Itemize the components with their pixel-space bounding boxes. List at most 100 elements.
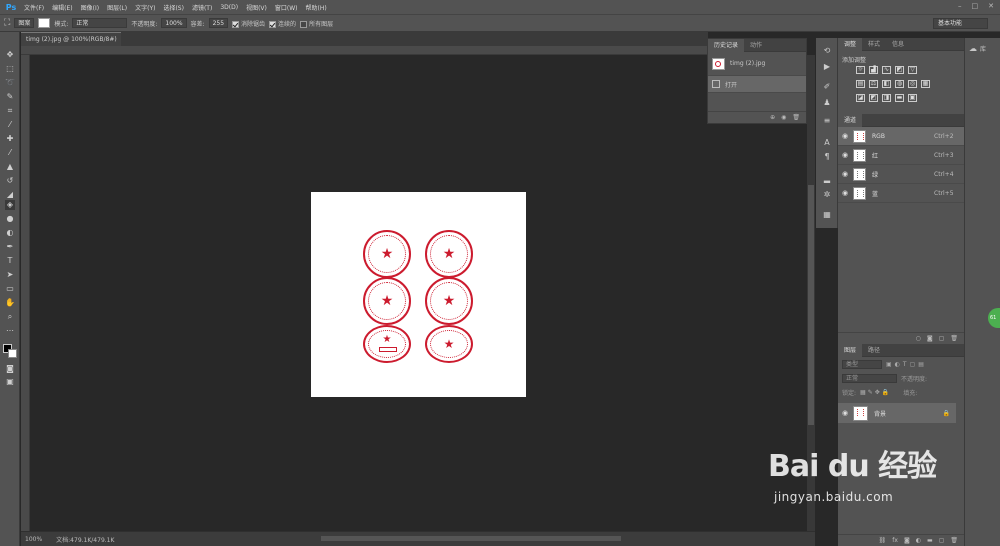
crop-tool-icon[interactable]: ⌗ — [5, 106, 15, 116]
menu-3d[interactable]: 3D(D) — [216, 4, 242, 11]
levels-icon[interactable]: ▟ — [869, 66, 878, 74]
menu-edit[interactable]: 编辑(E) — [48, 3, 76, 12]
properties-icon[interactable]: ≡ — [822, 116, 832, 126]
eye-icon[interactable]: ◉ — [840, 409, 850, 417]
new-document-from-state-icon[interactable]: ⊕ — [770, 114, 775, 121]
tab-channels[interactable]: 通道 — [838, 113, 863, 127]
load-selection-icon[interactable]: ○ — [916, 335, 921, 342]
menu-select[interactable]: 选择(S) — [159, 3, 188, 12]
eye-icon[interactable]: ◉ — [840, 151, 850, 159]
background-color-swatch[interactable] — [8, 349, 17, 358]
contiguous-checkbox[interactable]: 连续的 — [269, 19, 296, 28]
menu-help[interactable]: 帮助(H) — [302, 3, 331, 12]
pattern-swatch[interactable] — [38, 18, 51, 28]
layer-kind-filter[interactable]: 类型 — [842, 359, 882, 369]
paragraph-panel-icon[interactable]: ¶ — [822, 152, 832, 162]
move-tool-icon[interactable]: ✥ — [5, 50, 15, 60]
document-tab[interactable]: timg (2).jpg @ 100%(RGB/8#) × — [21, 32, 127, 46]
quick-mask-icon[interactable]: ◙ — [5, 364, 15, 374]
history-state-open[interactable]: 打开 — [708, 76, 806, 93]
history-brush-icon[interactable]: ↺ — [5, 176, 15, 186]
history-panel-icon[interactable]: ⟲ — [822, 46, 832, 56]
filter-icons[interactable]: ▣◐T▢▤ — [886, 361, 927, 368]
eye-icon[interactable]: ◉ — [840, 132, 850, 140]
brightness-icon[interactable]: ☼ — [856, 66, 865, 74]
lasso-tool-icon[interactable]: ➰ — [5, 78, 15, 88]
workspace-select[interactable]: 基本功能 — [933, 18, 988, 29]
gradient-map-icon[interactable]: ▬ — [895, 94, 904, 102]
snapshot-camera-icon[interactable]: ◉ — [781, 114, 786, 121]
libraries-label[interactable]: 库 — [980, 44, 986, 53]
photo-filter-icon[interactable]: ◍ — [895, 80, 904, 88]
maximize-icon[interactable]: □ — [972, 2, 979, 10]
close-icon[interactable]: ✕ — [988, 2, 994, 10]
zoom-level[interactable]: 100% — [25, 536, 42, 543]
antialias-checkbox[interactable]: 消除锯齿 — [232, 19, 265, 28]
exposure-icon[interactable]: ◩ — [895, 66, 904, 74]
marquee-tool-icon[interactable]: ⬚ — [5, 64, 15, 74]
trash-icon[interactable]: 🗑 — [792, 114, 800, 121]
clone-source-icon[interactable]: ♟ — [822, 98, 832, 108]
horizontal-scroll-thumb[interactable] — [321, 536, 621, 541]
posterize-icon[interactable]: ◩ — [869, 94, 878, 102]
layer-row-background[interactable]: ◉ 背景 🔒 — [838, 403, 956, 423]
new-channel-icon[interactable]: ▢ — [939, 335, 945, 342]
new-group-icon[interactable]: ▬ — [927, 537, 933, 544]
character-panel-icon[interactable]: A — [822, 138, 832, 148]
tab-adjustments[interactable]: 调整 — [838, 37, 863, 51]
eyedropper-tool-icon[interactable]: ⁄ — [5, 120, 15, 130]
menu-file[interactable]: 文件(F) — [20, 3, 48, 12]
curves-icon[interactable]: ∿ — [882, 66, 891, 74]
hue-saturation-icon[interactable]: ▤ — [856, 80, 865, 88]
tab-paths[interactable]: 路径 — [862, 344, 886, 357]
eraser-tool-icon[interactable]: ◢ — [5, 190, 15, 200]
dodge-tool-icon[interactable]: ◐ — [5, 228, 15, 238]
color-balance-icon[interactable]: ⚖ — [869, 80, 878, 88]
shape-tool-icon[interactable]: ▭ — [5, 284, 15, 294]
tab-history[interactable]: 历史记录 — [708, 38, 745, 52]
blend-mode-select[interactable]: 正常 — [72, 18, 128, 28]
fx-icon[interactable]: fx — [892, 537, 898, 544]
new-layer-icon[interactable]: ▢ — [939, 537, 945, 544]
channel-row-red[interactable]: ◉ 红 Ctrl+3 — [838, 146, 964, 165]
tolerance-input[interactable]: 255 — [208, 18, 229, 28]
delete-channel-icon[interactable]: 🗑 — [950, 335, 958, 342]
menu-type[interactable]: 文字(Y) — [131, 3, 159, 12]
channel-row-green[interactable]: ◉ 绿 Ctrl+4 — [838, 165, 964, 184]
blur-tool-icon[interactable]: ● — [5, 214, 15, 224]
zoom-tool-icon[interactable]: ⌕ — [5, 312, 15, 322]
navigator-icon[interactable]: ✲ — [822, 190, 832, 200]
invert-icon[interactable]: ◪ — [856, 94, 865, 102]
vibrance-icon[interactable]: ▽ — [908, 66, 917, 74]
menu-image[interactable]: 图像(I) — [77, 3, 103, 12]
black-white-icon[interactable]: ◧ — [882, 80, 891, 88]
menu-window[interactable]: 窗口(W) — [271, 3, 302, 12]
link-layers-icon[interactable]: ⛓ — [879, 537, 887, 544]
actions-panel-icon[interactable]: ▶ — [822, 62, 832, 72]
selective-color-icon[interactable]: ▣ — [908, 94, 917, 102]
brush-tool-icon[interactable]: ⁄ — [5, 148, 15, 158]
lock-icons[interactable]: ▦✎✥🔒 — [860, 389, 891, 396]
paint-bucket-icon[interactable]: ⛶ — [4, 18, 10, 28]
stamp-tool-icon[interactable]: ▲ — [5, 162, 15, 172]
tab-styles[interactable]: 样式 — [862, 38, 886, 51]
all-layers-checkbox[interactable]: 所有图层 — [300, 19, 333, 28]
brush-panel-icon[interactable]: ✐ — [822, 82, 832, 92]
adjustment-layer-icon[interactable]: ◐ — [916, 537, 921, 544]
save-selection-icon[interactable]: ◙ — [927, 335, 933, 342]
more-tools-icon[interactable]: … — [5, 324, 15, 334]
color-lookup-icon[interactable]: ▦ — [921, 80, 930, 88]
paint-bucket-tool-icon[interactable]: ◈ — [5, 200, 15, 210]
threshold-icon[interactable]: ◨ — [882, 94, 891, 102]
minimize-icon[interactable]: – — [958, 2, 962, 10]
hand-tool-icon[interactable]: ✋ — [5, 298, 15, 308]
eye-icon[interactable]: ◉ — [840, 189, 850, 197]
add-mask-icon[interactable]: ◙ — [904, 537, 910, 544]
type-tool-icon[interactable]: T — [5, 256, 15, 266]
scroll-thumb[interactable] — [808, 185, 814, 425]
channel-mixer-icon[interactable]: ◎ — [908, 80, 917, 88]
menu-layer[interactable]: 图层(L) — [103, 3, 131, 12]
tab-layers[interactable]: 图层 — [838, 343, 863, 357]
tab-actions[interactable]: 动作 — [744, 39, 768, 52]
quick-select-tool-icon[interactable]: ✎ — [5, 92, 15, 102]
